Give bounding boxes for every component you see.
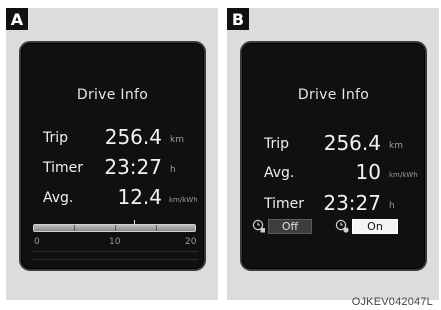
clock-reset-icon [252,219,265,233]
divider-line [31,251,198,252]
trip-label: Trip [264,136,290,152]
avg-value: 10 [355,160,381,184]
cluster-screen: Drive Info Trip 256.4 km Timer 23:27 h A… [19,41,206,271]
avg-unit: km/kWh [389,171,418,179]
auto-reset-off-button[interactable]: Off [268,219,312,234]
efficiency-gauge [33,224,196,232]
gauge-label-0: 0 [34,237,40,247]
avg-unit: km/kWh [169,196,198,204]
panel-badge: B [227,8,249,30]
timer-label: Timer [264,196,305,212]
trip-value: 256.4 [323,131,381,155]
avg-label: Avg. [264,165,295,181]
panel-badge: A [6,8,28,30]
trip-unit: km [389,141,403,151]
gauge-tick [156,225,157,231]
auto-reset-on-button[interactable]: On [352,219,398,234]
timer-unit: h [170,165,176,175]
trip-label: Trip [43,130,69,146]
panel-b: B Drive Info Trip 256.4 km Avg. 10 km/kW… [227,8,439,300]
timer-label: Timer [43,160,84,176]
screen-title: Drive Info [297,87,370,103]
timer-unit: h [389,201,395,211]
cluster-screen: Drive Info Trip 256.4 km Avg. 10 km/kWh … [240,41,427,271]
divider-line [31,259,198,260]
gauge-tick [115,225,116,231]
trip-value: 256.4 [104,125,162,149]
timer-value: 23:27 [104,155,162,179]
trip-unit: km [170,135,184,145]
gauge-label-10: 10 [109,237,121,247]
timer-value: 23:27 [323,191,381,215]
avg-label: Avg. [43,190,74,206]
screen-title: Drive Info [76,87,149,103]
clock-auto-icon [335,219,349,233]
figure-code: OJKEV042047L [351,296,433,308]
avg-value: 12.4 [117,185,162,209]
gauge-label-20: 20 [185,237,197,247]
panel-a: A Drive Info Trip 256.4 km Timer 23:27 h… [6,8,218,300]
gauge-tick [74,225,75,231]
